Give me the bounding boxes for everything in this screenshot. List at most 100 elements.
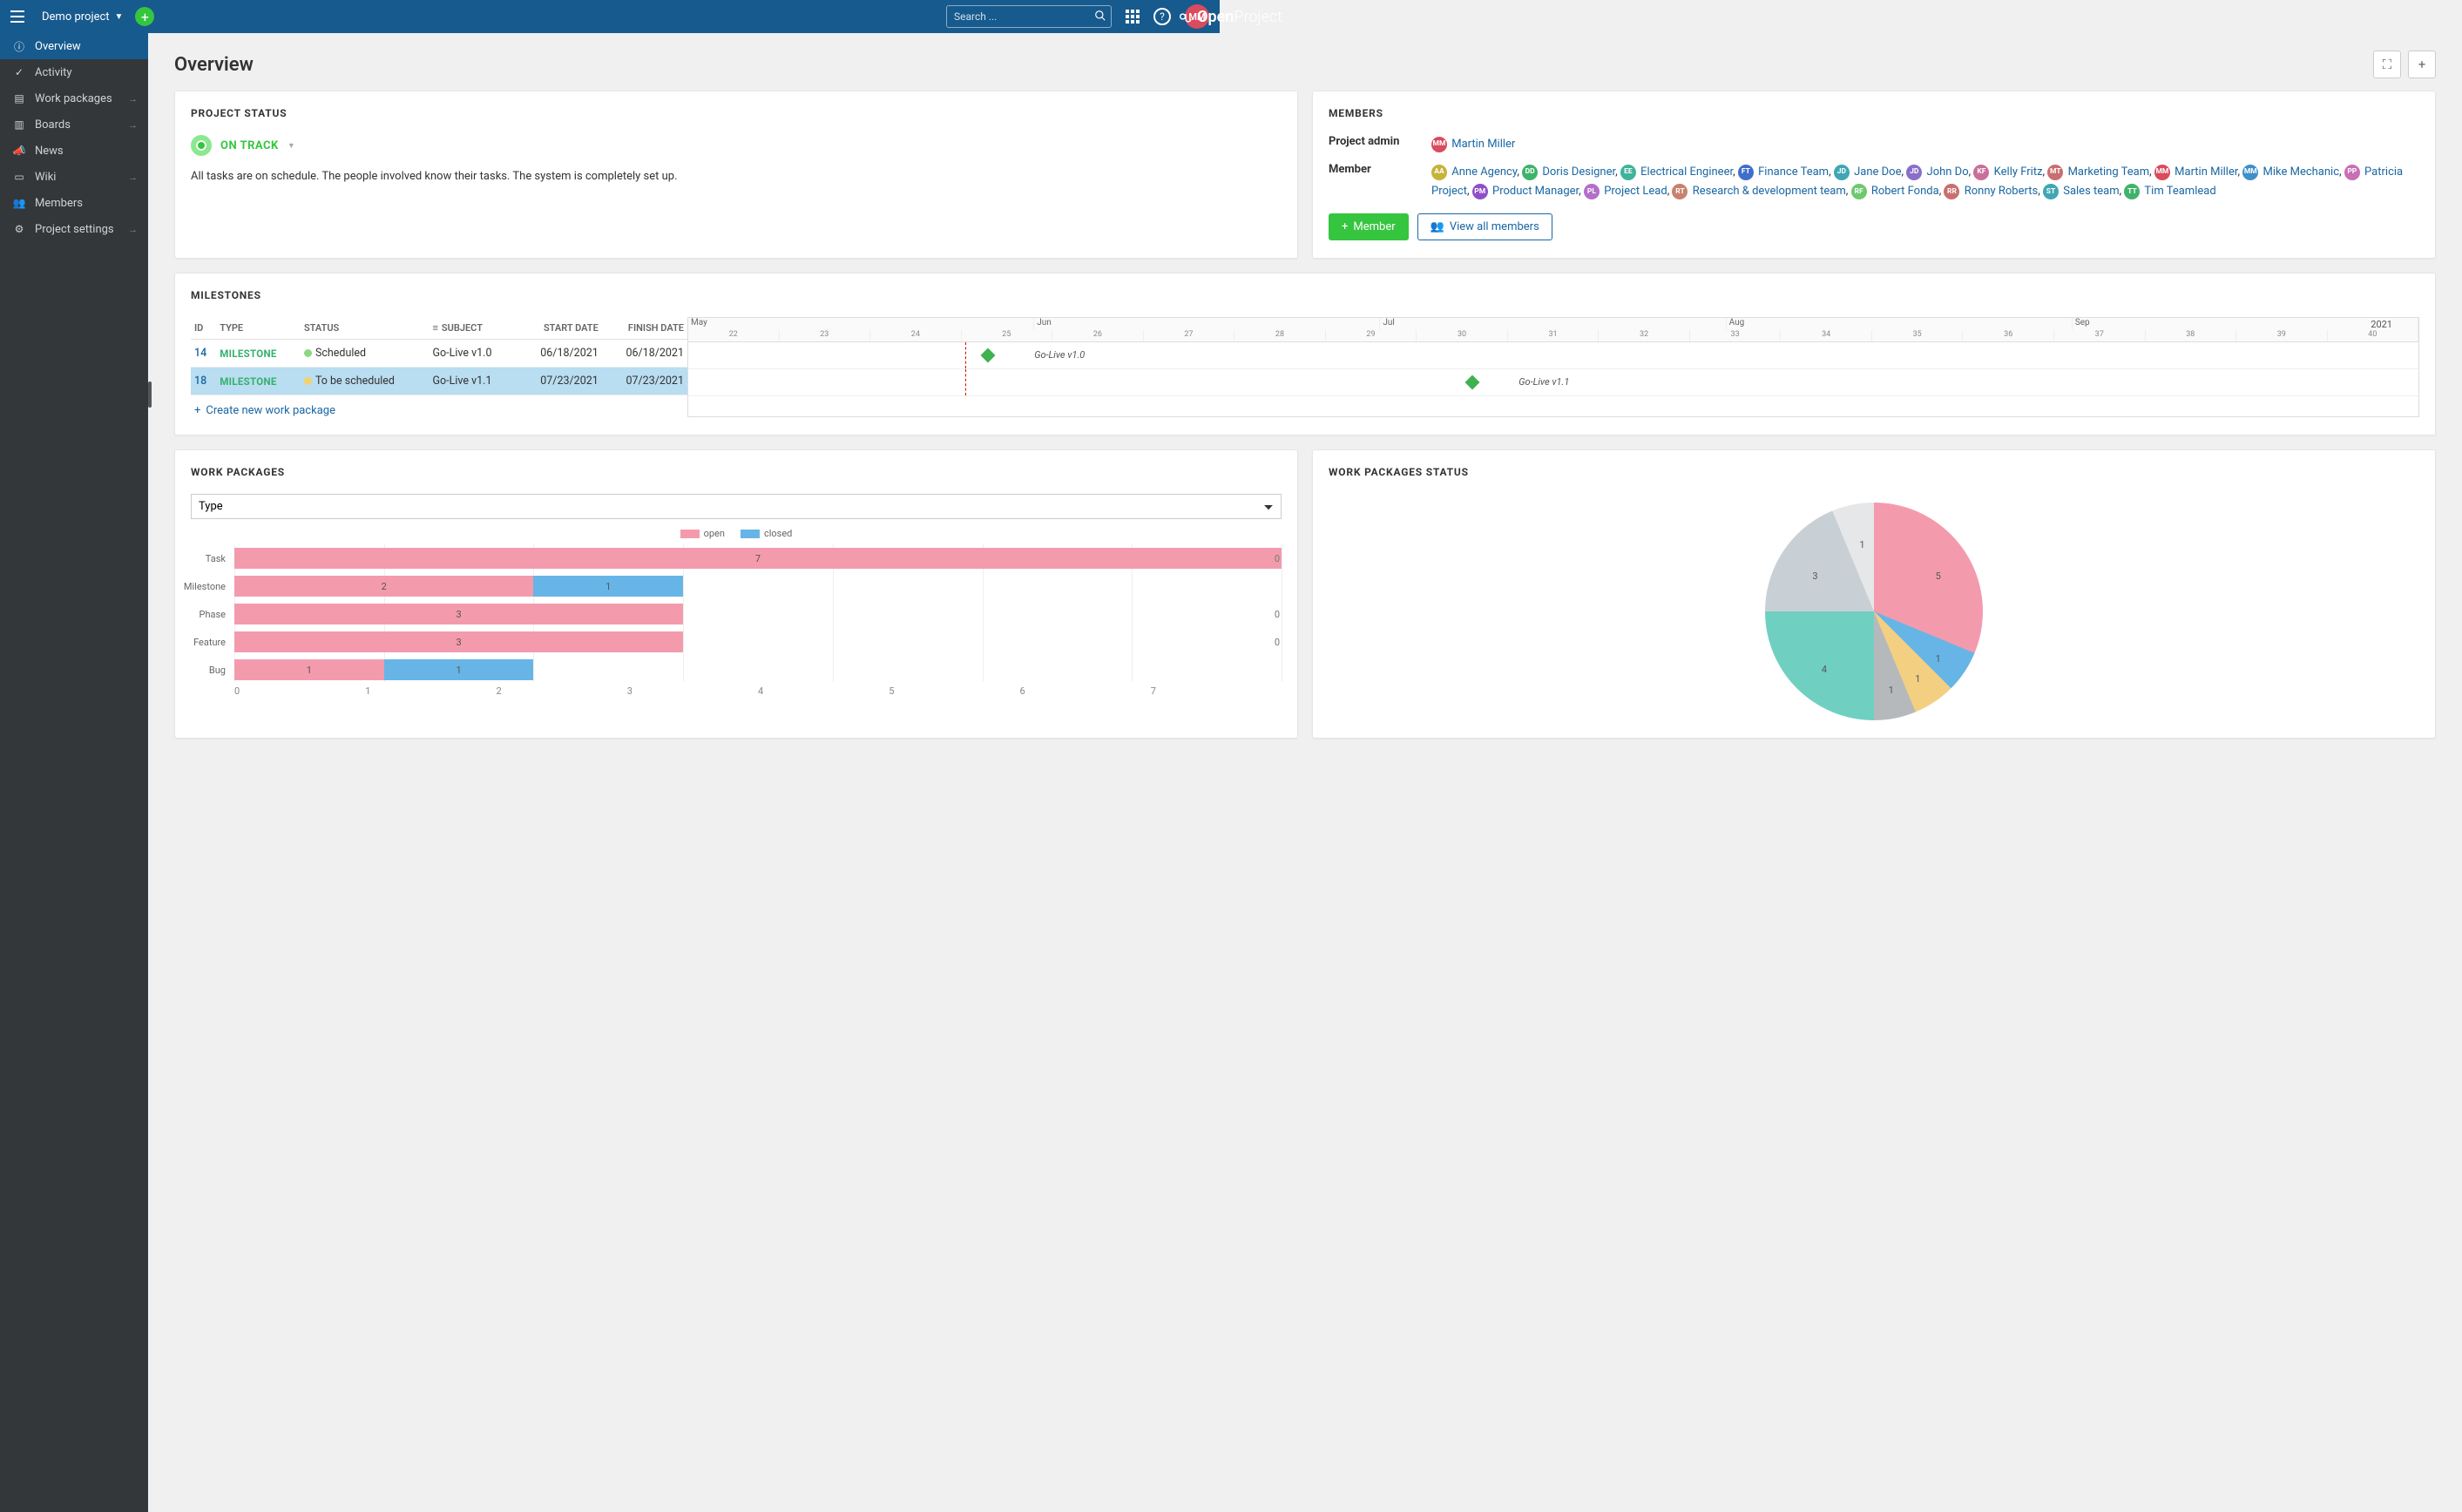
sidebar-label: Overview xyxy=(35,40,81,53)
member-role: Member xyxy=(1329,163,1407,176)
member-badge: RF xyxy=(1851,184,1867,199)
openproject-icon xyxy=(1180,10,1192,23)
sidebar-item-work-packages[interactable]: ▤Work packages→ xyxy=(0,85,148,111)
member-link[interactable]: Tim Teamlead xyxy=(2144,185,2215,198)
widget-heading: MILESTONES xyxy=(191,289,2419,301)
pie-slice-label: 1 xyxy=(1889,685,1894,696)
sidebar-item-activity[interactable]: ✓ Activity xyxy=(0,59,148,85)
sidebar-label: Boards xyxy=(35,118,71,132)
member-link[interactable]: Ronny Roberts xyxy=(1965,185,2038,198)
caret-down-icon[interactable]: ▼ xyxy=(287,141,295,151)
project-selector[interactable]: Demo project ▼ xyxy=(42,10,123,24)
member-badge: JD xyxy=(1834,165,1850,180)
member-link[interactable]: Martin Miller xyxy=(2175,165,2237,179)
member-badge: MM xyxy=(2242,165,2258,180)
create-work-package-link[interactable]: + Create new work package xyxy=(191,395,687,417)
member-link[interactable]: Mike Mechanic xyxy=(2263,165,2340,179)
sidebar-icon: ⚙ xyxy=(10,223,28,235)
table-header[interactable]: START DATE xyxy=(517,317,602,340)
sidebar-icon: ⓘ xyxy=(10,39,28,54)
sidebar-icon: ✓ xyxy=(10,66,28,78)
add-button[interactable]: + xyxy=(135,7,154,26)
pie-slice-label: 3 xyxy=(1812,570,1817,582)
caret-down-icon: ▼ xyxy=(115,12,124,22)
pie-slice-label: 1 xyxy=(1859,539,1864,550)
member-link[interactable]: Anne Agency xyxy=(1451,165,1517,179)
member-link[interactable]: Sales team xyxy=(2063,185,2119,198)
page-title: Overview xyxy=(174,54,254,76)
sidebar-icon: ▭ xyxy=(10,171,28,183)
sidebar-icon: 👥 xyxy=(10,197,28,209)
table-header[interactable]: FINISH DATE xyxy=(602,317,687,340)
member-link[interactable]: Martin Miller xyxy=(1451,138,1515,151)
sidebar-item-wiki[interactable]: ▭Wiki→ xyxy=(0,164,148,190)
chart-legend: open closed xyxy=(191,528,1282,539)
sidebar-item-project-settings[interactable]: ⚙Project settings→ xyxy=(0,216,148,242)
member-badge: DD xyxy=(1522,165,1538,180)
sidebar-item-members[interactable]: 👥Members xyxy=(0,190,148,216)
sidebar-label: Project settings xyxy=(35,223,114,236)
status-description: All tasks are on schedule. The people in… xyxy=(191,168,1282,186)
fullscreen-button[interactable]: ⛶ xyxy=(2373,51,2401,78)
sidebar-item-news[interactable]: 📣News xyxy=(0,138,148,164)
view-all-members-button[interactable]: 👥 View all members xyxy=(1417,213,1552,240)
member-badge: TT xyxy=(2124,184,2140,199)
apps-grid-icon[interactable] xyxy=(1126,10,1140,24)
sidebar-item-overview[interactable]: ⓘ Overview xyxy=(0,33,148,59)
table-header[interactable]: ID xyxy=(191,317,216,340)
table-header[interactable]: STATUS xyxy=(301,317,429,340)
member-link[interactable]: Project Lead xyxy=(1604,185,1667,198)
add-widget-button[interactable]: + xyxy=(2408,51,2436,78)
sidebar: ⓘOverview✓Activity▤Work packages→▥Boards… xyxy=(0,33,148,1512)
member-link[interactable]: Research & development team xyxy=(1693,185,1846,198)
work-packages-widget: WORK PACKAGES Type open closed TaskMiles… xyxy=(174,449,1298,739)
member-badge: MM xyxy=(2154,165,2170,180)
member-role: Project admin xyxy=(1329,135,1407,148)
help-icon[interactable]: ? xyxy=(1153,8,1171,25)
chevron-right-icon: → xyxy=(128,172,138,183)
member-link[interactable]: Kelly Fritz xyxy=(1994,165,2043,179)
member-badge: JD xyxy=(1906,165,1922,180)
table-header[interactable]: ≡SUBJECT xyxy=(429,317,517,340)
widget-heading: WORK PACKAGES xyxy=(191,466,1282,478)
member-link[interactable]: Doris Designer xyxy=(1542,165,1615,179)
gantt-chart[interactable]: 2021MayJunJulAugSep222324252627282930313… xyxy=(687,317,2419,417)
members-widget: MEMBERS Project admin MM Martin Miller Mem… xyxy=(1312,91,2436,259)
plus-icon: + xyxy=(1342,220,1348,233)
member-list: AA Anne Agency, DD Doris Designer, EE El… xyxy=(1431,163,2419,201)
search-input[interactable] xyxy=(946,5,1112,28)
chevron-right-icon: → xyxy=(128,93,138,105)
table-header[interactable]: TYPE xyxy=(216,317,301,340)
table-row[interactable]: 18MILESTONETo be scheduledGo-Live v1.107… xyxy=(191,368,687,395)
sidebar-item-boards[interactable]: ▥Boards→ xyxy=(0,111,148,138)
member-link[interactable]: Electrical Engineer xyxy=(1640,165,1733,179)
pie-slice-label: 4 xyxy=(1822,664,1827,675)
project-name: Demo project xyxy=(42,10,110,24)
widget-heading: PROJECT STATUS xyxy=(191,107,1282,119)
menu-toggle-icon[interactable] xyxy=(10,10,24,23)
member-link[interactable]: John Do xyxy=(1927,165,1969,179)
sidebar-label: Activity xyxy=(35,66,72,79)
sidebar-icon: ▥ xyxy=(10,118,28,131)
member-badge: MM xyxy=(1431,137,1447,152)
member-link[interactable]: Finance Team xyxy=(1758,165,1829,179)
milestones-table: IDTYPESTATUS≡SUBJECTSTART DATEFINISH DAT… xyxy=(191,317,687,395)
sidebar-label: Work packages xyxy=(35,92,112,105)
member-badge: AA xyxy=(1431,165,1447,180)
status-label[interactable]: ON TRACK xyxy=(220,139,279,152)
topbar: Demo project ▼ + OpenProject ? MM xyxy=(0,0,1220,33)
table-row[interactable]: 14MILESTONEScheduledGo-Live v1.006/18/20… xyxy=(191,340,687,368)
add-member-button[interactable]: + Member xyxy=(1329,213,1409,240)
member-link[interactable]: Robert Fonda xyxy=(1871,185,1939,198)
sidebar-icon: 📣 xyxy=(10,145,28,157)
group-by-select[interactable]: Type xyxy=(191,494,1282,519)
member-list: MM Martin Miller xyxy=(1431,135,2419,154)
widget-heading: WORK PACKAGES STATUS xyxy=(1329,466,2419,478)
search-icon[interactable] xyxy=(1094,10,1106,25)
member-badge: PM xyxy=(1472,184,1488,199)
member-link[interactable]: Product Manager xyxy=(1492,185,1579,198)
widget-heading: MEMBERS xyxy=(1329,107,2419,119)
member-link[interactable]: Jane Doe xyxy=(1854,165,1901,179)
bar-chart: TaskMilestonePhaseFeatureBug702130301101… xyxy=(191,544,1282,701)
member-link[interactable]: Marketing Team xyxy=(2068,165,2150,179)
